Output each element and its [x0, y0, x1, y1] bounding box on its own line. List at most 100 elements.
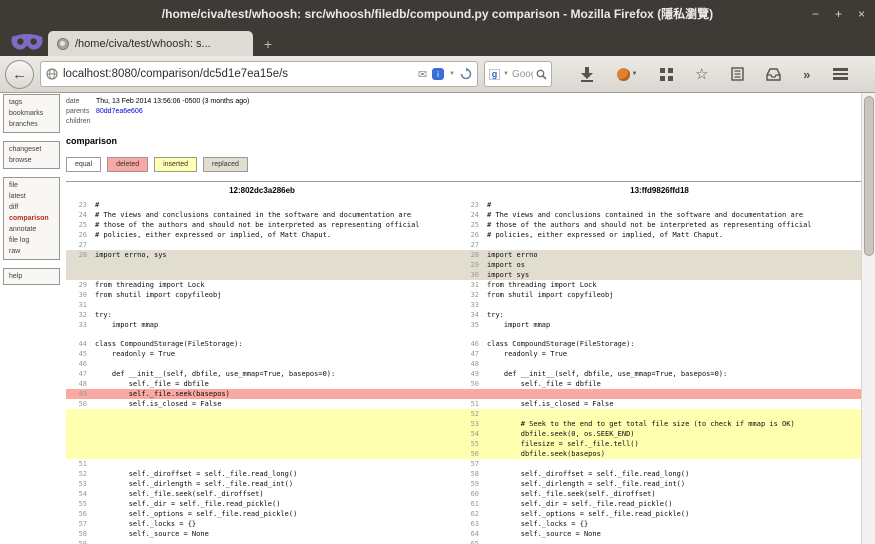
lineno-left[interactable]: 33 — [66, 320, 92, 330]
lineno-right[interactable]: 34 — [458, 310, 484, 320]
lineno-left[interactable]: 45 — [66, 349, 92, 359]
sidebar-item-tags[interactable]: tags — [4, 97, 59, 108]
sidebar-item-browse[interactable]: browse — [4, 155, 59, 166]
minimize-button[interactable]: − — [812, 7, 819, 21]
lineno-right[interactable]: 49 — [458, 369, 484, 379]
history-tray-icon[interactable] — [766, 67, 781, 81]
lineno-left[interactable]: 48 — [66, 379, 92, 389]
lineno-left[interactable]: 52 — [66, 469, 92, 479]
lineno-left[interactable]: 47 — [66, 369, 92, 379]
lineno-right[interactable]: 32 — [458, 290, 484, 300]
sidebar-item-latest[interactable]: latest — [4, 191, 59, 202]
bookmark-star-icon[interactable]: ☆ — [695, 65, 708, 83]
lineno-left[interactable]: 32 — [66, 310, 92, 320]
urlbar-dropdown-icon[interactable]: ▼ — [449, 71, 455, 77]
lineno-right[interactable]: 47 — [458, 349, 484, 359]
lineno-left[interactable]: 57 — [66, 519, 92, 529]
lineno-left[interactable]: 29 — [66, 280, 92, 290]
lineno-right[interactable]: 58 — [458, 469, 484, 479]
lineno-left[interactable]: 55 — [66, 499, 92, 509]
search-engine-dropdown-icon[interactable]: ▼ — [503, 71, 509, 77]
lineno-right[interactable]: 25 — [458, 220, 484, 230]
lineno-right[interactable]: 56 — [458, 449, 484, 459]
lineno-left[interactable]: 24 — [66, 210, 92, 220]
lineno-right[interactable]: 33 — [458, 300, 484, 310]
lineno-right[interactable]: 28 — [458, 250, 484, 260]
search-bar[interactable]: g ▼ Google — [484, 61, 552, 87]
lineno-right[interactable]: 35 — [458, 320, 484, 330]
url-input[interactable]: localhost:8080/comparison/dc5d1e7ea15e/s — [63, 68, 413, 80]
tab-active[interactable]: /home/civa/test/whoosh: s... — [48, 31, 253, 56]
parent-changeset-link[interactable]: 80dd7ea6e606 — [96, 107, 143, 117]
scrollbar-thumb[interactable] — [863, 96, 874, 256]
reload-icon[interactable] — [460, 68, 472, 80]
lineno-left[interactable]: 30 — [66, 290, 92, 300]
lineno-right[interactable]: 52 — [458, 409, 484, 419]
sidebar-item-raw[interactable]: raw — [4, 246, 59, 257]
sidebar-item-branches[interactable]: branches — [4, 119, 59, 130]
lineno-left[interactable]: 31 — [66, 300, 92, 310]
lineno-right[interactable]: 27 — [458, 240, 484, 250]
vertical-scrollbar[interactable] — [861, 93, 875, 544]
lineno-left[interactable]: 23 — [66, 200, 92, 210]
overflow-chevron-icon[interactable]: » — [803, 67, 810, 82]
lineno-right[interactable]: 65 — [458, 539, 484, 544]
apps-grid-icon[interactable] — [659, 67, 673, 81]
lineno-right[interactable]: 23 — [458, 200, 484, 210]
lineno-left[interactable]: 49 — [66, 389, 92, 399]
lineno-right[interactable]: 50 — [458, 379, 484, 389]
search-icon[interactable] — [536, 69, 547, 80]
lineno-right[interactable]: 54 — [458, 429, 484, 439]
lineno-right[interactable]: 57 — [458, 459, 484, 469]
sidebar-item-bookmarks[interactable]: bookmarks — [4, 108, 59, 119]
lineno-right[interactable]: 63 — [458, 519, 484, 529]
lineno-right[interactable]: 24 — [458, 210, 484, 220]
lineno-right[interactable]: 61 — [458, 499, 484, 509]
lineno-left[interactable]: 25 — [66, 220, 92, 230]
menu-icon[interactable] — [832, 68, 848, 80]
lineno-left[interactable]: 27 — [66, 240, 92, 250]
url-bar[interactable]: localhost:8080/comparison/dc5d1e7ea15e/s… — [40, 61, 478, 87]
new-tab-button[interactable]: + — [253, 33, 283, 54]
lineno-left[interactable]: 26 — [66, 230, 92, 240]
lineno-right[interactable]: 31 — [458, 280, 484, 290]
titlebar[interactable]: /home/civa/test/whoosh: src/whoosh/filed… — [0, 0, 875, 27]
sidebar-item-annotate[interactable]: annotate — [4, 224, 59, 235]
left-revision-header[interactable]: 12:802dc3a286eb — [66, 182, 458, 201]
lineno-right[interactable]: 64 — [458, 529, 484, 539]
lineno-right[interactable]: 55 — [458, 439, 484, 449]
lineno-left[interactable]: 50 — [66, 399, 92, 409]
lineno-right[interactable]: 53 — [458, 419, 484, 429]
lineno-left[interactable]: 46 — [66, 359, 92, 369]
search-input[interactable]: Google — [512, 69, 533, 80]
sidebar-item-diff[interactable]: diff — [4, 202, 59, 213]
lineno-left[interactable]: 28 — [66, 250, 92, 260]
right-revision-header[interactable]: 13:ffd9826ffd18 — [458, 182, 861, 201]
sidebar-item-comparison[interactable]: comparison — [4, 213, 59, 224]
back-button[interactable]: ← — [5, 59, 34, 89]
lineno-right[interactable]: 30 — [458, 270, 484, 280]
lineno-right[interactable]: 46 — [458, 339, 484, 349]
shield-icon[interactable]: i — [432, 68, 445, 80]
lineno-left[interactable]: 53 — [66, 479, 92, 489]
lineno-left[interactable]: 51 — [66, 459, 92, 469]
lineno-right[interactable]: 59 — [458, 479, 484, 489]
sidebar-item-help[interactable]: help — [4, 271, 59, 282]
sidebar-item-file[interactable]: file — [4, 180, 59, 191]
lineno-left[interactable]: 59 — [66, 539, 92, 544]
download-icon[interactable] — [580, 66, 594, 82]
addon-icon[interactable]: ▼ — [616, 67, 637, 81]
close-button[interactable]: × — [858, 7, 865, 21]
sidebar-item-changeset[interactable]: changeset — [4, 144, 59, 155]
maximize-button[interactable]: + — [835, 7, 842, 21]
lineno-right[interactable]: 62 — [458, 509, 484, 519]
lineno-left[interactable]: 58 — [66, 529, 92, 539]
lineno-right[interactable]: 26 — [458, 230, 484, 240]
mail-icon[interactable]: ✉ — [418, 68, 427, 81]
lineno-left[interactable]: 56 — [66, 509, 92, 519]
google-engine-icon[interactable]: g — [489, 68, 500, 80]
lineno-right[interactable]: 60 — [458, 489, 484, 499]
sidebar-item-file-log[interactable]: file log — [4, 235, 59, 246]
lineno-right[interactable]: 48 — [458, 359, 484, 369]
bookmarks-menu-icon[interactable] — [730, 67, 744, 81]
